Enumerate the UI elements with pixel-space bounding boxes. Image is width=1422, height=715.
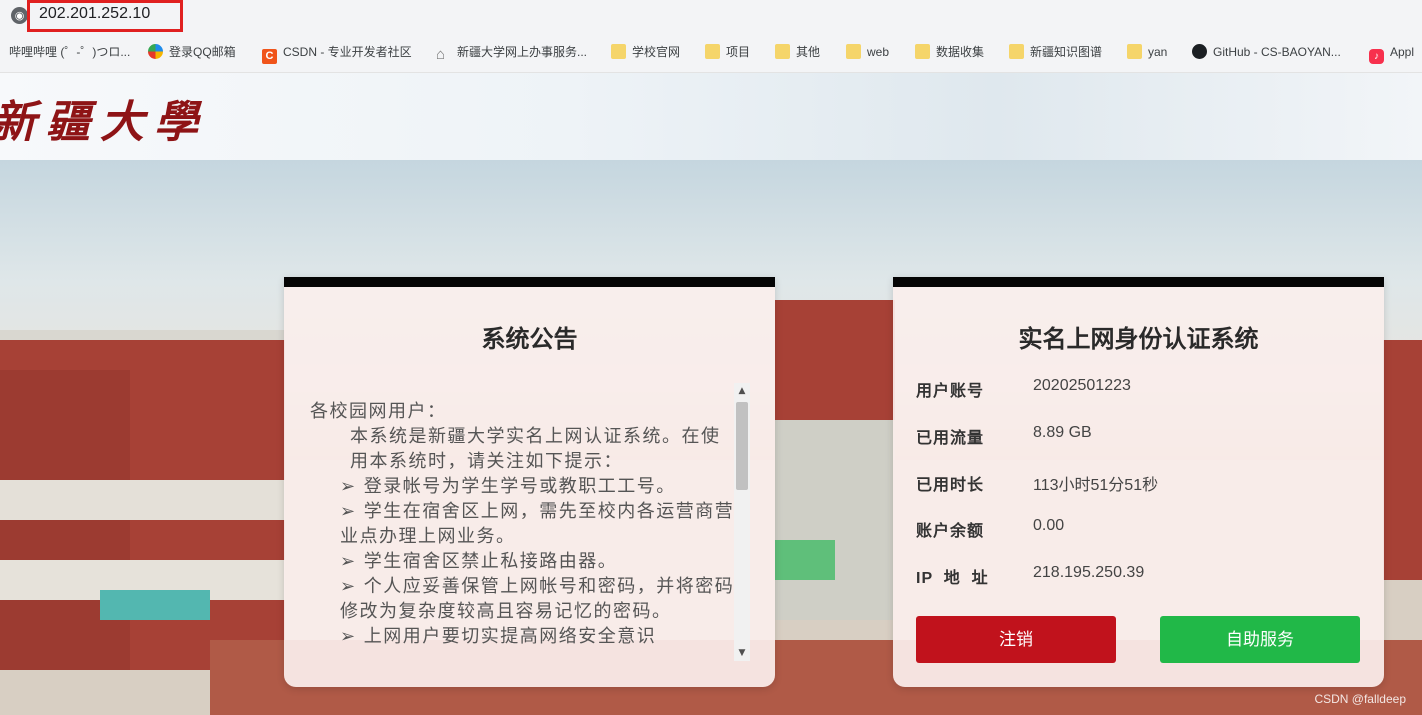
notice-line: ➢ 学生宿舍区禁止私接路由器。 <box>340 551 618 572</box>
self-service-button[interactable]: 自助服务 <box>1160 616 1360 663</box>
bookmark-folder-data[interactable]: 数据收集 <box>915 42 984 62</box>
bookmark-label: 其他 <box>796 45 821 59</box>
notice-panel: 系统公告 各校园网用户： 本系统是新疆大学实名上网认证系统。在使用本系统时，请关… <box>284 277 775 687</box>
apple-music-icon: ♪ <box>1369 49 1384 64</box>
notice-line: ➢ 上网用户要切实提高网络安全意识 <box>340 626 657 647</box>
folder-icon <box>1127 44 1142 59</box>
qq-mail-icon <box>148 44 163 59</box>
site-info-icon[interactable]: ◉ <box>11 7 28 24</box>
bookmark-folder-kg[interactable]: 新疆知识图谱 <box>1009 42 1102 62</box>
scroll-up-arrow-icon[interactable]: ▲ <box>734 383 750 399</box>
bookmark-label: Appl <box>1390 45 1415 59</box>
folder-icon <box>611 44 626 59</box>
folder-icon <box>846 44 861 59</box>
bookmark-apple-music[interactable]: ♪ Appl <box>1369 42 1415 64</box>
scroll-thumb[interactable] <box>736 402 748 490</box>
notice-line: 各校园网用户： <box>310 401 447 422</box>
site-header <box>0 73 1422 160</box>
auth-title: 实名上网身份认证系统 <box>1018 326 1259 353</box>
panel-top-bar <box>284 277 775 287</box>
notice-line: ➢ 个人应妥善保管上网帐号和密码，并将密码修改为复杂度较高且容易记忆的密码。 <box>340 576 735 622</box>
folder-icon <box>1009 44 1024 59</box>
bookmark-folder-web[interactable]: web <box>846 42 889 62</box>
info-label: 账户余额 <box>916 523 985 540</box>
auth-panel: 实名上网身份认证系统 用户账号 20202501223 已用流量 8.89 GB… <box>893 277 1384 687</box>
info-value: 218.195.250.39 <box>1033 564 1145 581</box>
folder-icon <box>915 44 930 59</box>
notice-line: ➢ 学生在宿舍区上网，需先至校内各运营商营业点办理上网业务。 <box>340 501 735 547</box>
bookmark-folder-other[interactable]: 其他 <box>775 42 820 62</box>
notice-title: 系统公告 <box>481 326 578 353</box>
notice-content[interactable]: 各校园网用户： 本系统是新疆大学实名上网认证系统。在使用本系统时，请关注如下提示… <box>310 399 735 661</box>
folder-icon <box>775 44 790 59</box>
bookmark-csdn[interactable]: C CSDN - 专业开发者社区 <box>262 42 412 64</box>
bookmark-label: 新疆大学网上办事服务... <box>457 45 588 59</box>
address-bar[interactable]: ◉ 202.201.252.10 <box>0 0 1422 32</box>
info-label: IP 地 址 <box>916 570 989 587</box>
info-label: 已用时长 <box>916 477 985 494</box>
bookmark-folder-projects[interactable]: 项目 <box>705 42 750 62</box>
folder-icon <box>705 44 720 59</box>
bookmark-label: GitHub - CS-BAOYAN... <box>1213 45 1341 59</box>
info-value: 20202501223 <box>1033 377 1131 394</box>
bookmark-label: 数据收集 <box>936 45 985 59</box>
university-logo: 新疆大學 <box>0 97 208 148</box>
bookmark-bilibili[interactable]: 哔哩哔哩 (゜-゜)つロ... <box>9 42 130 62</box>
bookmark-xju-services[interactable]: ⌂ 新疆大学网上办事服务... <box>436 42 587 62</box>
github-icon <box>1192 44 1207 59</box>
bookmark-github[interactable]: GitHub - CS-BAOYAN... <box>1192 42 1341 62</box>
notice-scrollbar[interactable]: ▲ ▼ <box>734 383 750 661</box>
logout-button[interactable]: 注销 <box>916 616 1116 663</box>
bookmark-qq-mail[interactable]: 登录QQ邮箱 <box>148 42 236 62</box>
info-value: 0.00 <box>1033 517 1065 534</box>
bookmark-label: 学校官网 <box>632 45 681 59</box>
info-value: 113小时51分51秒 <box>1033 477 1159 494</box>
bookmark-folder-school[interactable]: 学校官网 <box>611 42 680 62</box>
bookmark-label: CSDN - 专业开发者社区 <box>283 45 412 59</box>
bookmark-label: 登录QQ邮箱 <box>169 45 236 59</box>
panel-top-bar <box>893 277 1384 287</box>
home-icon: ⌂ <box>436 46 446 63</box>
bookmark-label: web <box>867 45 890 59</box>
bookmark-label: yan <box>1148 45 1168 59</box>
bookmark-folder-yan[interactable]: yan <box>1127 42 1167 62</box>
scroll-down-arrow-icon[interactable]: ▼ <box>734 645 750 661</box>
bookmark-label: 项目 <box>726 45 751 59</box>
bookmark-label: 哔哩哔哩 (゜-゜)つロ... <box>9 45 131 59</box>
csdn-icon: C <box>262 49 277 64</box>
info-label: 用户账号 <box>916 383 985 400</box>
bookmarks-bar: 哔哩哔哩 (゜-゜)つロ... 登录QQ邮箱 C CSDN - 专业开发者社区 ⌂… <box>0 32 1422 73</box>
info-label: 已用流量 <box>916 430 985 447</box>
info-value: 8.89 GB <box>1033 424 1092 441</box>
notice-line: 本系统是新疆大学实名上网认证系统。在使用本系统时，请关注如下提示： <box>350 426 721 472</box>
bookmark-label: 新疆知识图谱 <box>1030 45 1103 59</box>
notice-line: ➢ 登录帐号为学生学号或教职工工号。 <box>340 476 676 497</box>
url-highlight-box <box>27 0 183 32</box>
watermark: CSDN @falldeep <box>1314 692 1406 706</box>
